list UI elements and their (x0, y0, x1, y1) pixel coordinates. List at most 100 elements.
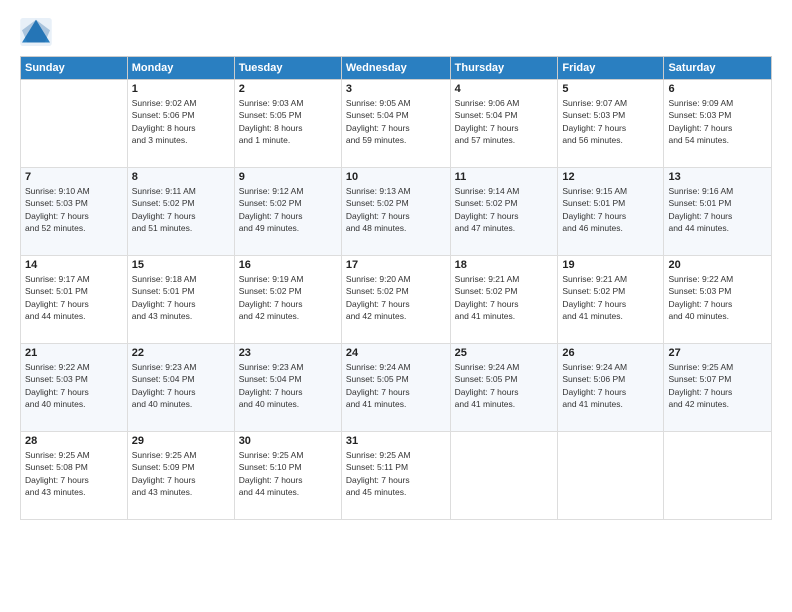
day-number: 10 (346, 171, 446, 183)
day-number: 22 (132, 347, 230, 359)
calendar-week-row: 28 Sunrise: 9:25 AMSunset: 5:08 PMDayligh… (21, 432, 772, 520)
calendar-cell (558, 432, 664, 520)
calendar-table: SundayMondayTuesdayWednesdayThursdayFrid… (20, 56, 772, 520)
day-info: Sunrise: 9:23 AMSunset: 5:04 PMDaylight:… (132, 361, 230, 410)
weekday-header-row: SundayMondayTuesdayWednesdayThursdayFrid… (21, 57, 772, 80)
day-info: Sunrise: 9:22 AMSunset: 5:03 PMDaylight:… (25, 361, 123, 410)
calendar-cell: 18 Sunrise: 9:21 AMSunset: 5:02 PMDayligh… (450, 256, 558, 344)
calendar-cell: 5Sunrise: 9:07 AMSunset: 5:03 PMDaylight… (558, 80, 664, 168)
calendar-week-row: 14 Sunrise: 9:17 AMSunset: 5:01 PMDayligh… (21, 256, 772, 344)
calendar-cell: 3 Sunrise: 9:05 AMSunset: 5:04 PMDaylight… (341, 80, 450, 168)
day-number: 1 (132, 83, 230, 95)
day-info: Sunrise: 9:09 AMSunset: 5:03 PMDaylight:… (668, 97, 767, 146)
day-number: 6 (668, 83, 767, 95)
calendar-cell: 13Sunrise: 9:16 AMSunset: 5:01 PMDayligh… (664, 168, 772, 256)
day-number: 12 (562, 171, 659, 183)
day-number: 26 (562, 347, 659, 359)
calendar-cell: 27Sunrise: 9:25 AMSunset: 5:07 PMDayligh… (664, 344, 772, 432)
day-number: 24 (346, 347, 446, 359)
logo-icon (20, 18, 52, 46)
page: SundayMondayTuesdayWednesdayThursdayFrid… (0, 0, 792, 612)
weekday-header: Wednesday (341, 57, 450, 80)
calendar-cell: 9Sunrise: 9:12 AMSunset: 5:02 PMDaylight… (234, 168, 341, 256)
calendar-cell: 24 Sunrise: 9:24 AMSunset: 5:05 PMDayligh… (341, 344, 450, 432)
calendar-cell: 10 Sunrise: 9:13 AMSunset: 5:02 PMDayligh… (341, 168, 450, 256)
calendar-cell: 31 Sunrise: 9:25 AMSunset: 5:11 PMDayligh… (341, 432, 450, 520)
day-number: 3 (346, 83, 446, 95)
day-info: Sunrise: 9:07 AMSunset: 5:03 PMDaylight:… (562, 97, 659, 146)
day-info: Sunrise: 9:16 AMSunset: 5:01 PMDaylight:… (668, 185, 767, 234)
day-info: Sunrise: 9:24 AMSunset: 5:06 PMDaylight:… (562, 361, 659, 410)
day-number: 14 (25, 259, 123, 271)
calendar-cell: 22 Sunrise: 9:23 AMSunset: 5:04 PMDayligh… (127, 344, 234, 432)
day-info: Sunrise: 9:17 AMSunset: 5:01 PMDaylight:… (25, 273, 123, 322)
day-info: Sunrise: 9:21 AMSunset: 5:02 PMDaylight:… (455, 273, 554, 322)
day-info: Sunrise: 9:20 AMSunset: 5:02 PMDaylight:… (346, 273, 446, 322)
day-number: 23 (239, 347, 337, 359)
day-number: 16 (239, 259, 337, 271)
day-number: 25 (455, 347, 554, 359)
day-number: 27 (668, 347, 767, 359)
weekday-header: Thursday (450, 57, 558, 80)
calendar-cell: 20 Sunrise: 9:22 AMSunset: 5:03 PMDayligh… (664, 256, 772, 344)
day-info: Sunrise: 9:15 AMSunset: 5:01 PMDaylight:… (562, 185, 659, 234)
day-number: 30 (239, 435, 337, 447)
calendar-cell: 16 Sunrise: 9:19 AMSunset: 5:02 PMDayligh… (234, 256, 341, 344)
day-number: 9 (239, 171, 337, 183)
day-info: Sunrise: 9:24 AMSunset: 5:05 PMDaylight:… (455, 361, 554, 410)
day-number: 7 (25, 171, 123, 183)
calendar-week-row: 7 Sunrise: 9:10 AMSunset: 5:03 PMDaylight… (21, 168, 772, 256)
calendar-week-row: 1 Sunrise: 9:02 AMSunset: 5:06 PMDaylight… (21, 80, 772, 168)
day-number: 2 (239, 83, 337, 95)
day-info: Sunrise: 9:06 AMSunset: 5:04 PMDaylight:… (455, 97, 554, 146)
weekday-header: Friday (558, 57, 664, 80)
header (20, 18, 772, 46)
calendar-cell: 6 Sunrise: 9:09 AMSunset: 5:03 PMDaylight… (664, 80, 772, 168)
day-number: 28 (25, 435, 123, 447)
day-number: 21 (25, 347, 123, 359)
day-info: Sunrise: 9:10 AMSunset: 5:03 PMDaylight:… (25, 185, 123, 234)
calendar-cell: 14 Sunrise: 9:17 AMSunset: 5:01 PMDayligh… (21, 256, 128, 344)
day-info: Sunrise: 9:21 AMSunset: 5:02 PMDaylight:… (562, 273, 659, 322)
calendar-cell: 21 Sunrise: 9:22 AMSunset: 5:03 PMDayligh… (21, 344, 128, 432)
day-info: Sunrise: 9:25 AMSunset: 5:10 PMDaylight:… (239, 449, 337, 498)
weekday-header: Sunday (21, 57, 128, 80)
day-number: 19 (562, 259, 659, 271)
calendar-cell: 8Sunrise: 9:11 AMSunset: 5:02 PMDaylight… (127, 168, 234, 256)
calendar-cell: 23 Sunrise: 9:23 AMSunset: 5:04 PMDayligh… (234, 344, 341, 432)
calendar-week-row: 21 Sunrise: 9:22 AMSunset: 5:03 PMDayligh… (21, 344, 772, 432)
day-number: 11 (455, 171, 554, 183)
calendar-cell: 17 Sunrise: 9:20 AMSunset: 5:02 PMDayligh… (341, 256, 450, 344)
day-info: Sunrise: 9:22 AMSunset: 5:03 PMDaylight:… (668, 273, 767, 322)
weekday-header: Monday (127, 57, 234, 80)
calendar-cell: 26 Sunrise: 9:24 AMSunset: 5:06 PMDayligh… (558, 344, 664, 432)
calendar-cell: 11 Sunrise: 9:14 AMSunset: 5:02 PMDayligh… (450, 168, 558, 256)
day-info: Sunrise: 9:23 AMSunset: 5:04 PMDaylight:… (239, 361, 337, 410)
day-number: 18 (455, 259, 554, 271)
day-info: Sunrise: 9:19 AMSunset: 5:02 PMDaylight:… (239, 273, 337, 322)
weekday-header: Saturday (664, 57, 772, 80)
day-number: 20 (668, 259, 767, 271)
day-info: Sunrise: 9:18 AMSunset: 5:01 PMDaylight:… (132, 273, 230, 322)
calendar-cell: 2Sunrise: 9:03 AMSunset: 5:05 PMDaylight… (234, 80, 341, 168)
calendar-cell: 25 Sunrise: 9:24 AMSunset: 5:05 PMDayligh… (450, 344, 558, 432)
calendar-cell: 12 Sunrise: 9:15 AMSunset: 5:01 PMDayligh… (558, 168, 664, 256)
day-info: Sunrise: 9:05 AMSunset: 5:04 PMDaylight:… (346, 97, 446, 146)
day-number: 17 (346, 259, 446, 271)
logo (20, 18, 56, 46)
calendar-cell (21, 80, 128, 168)
day-info: Sunrise: 9:13 AMSunset: 5:02 PMDaylight:… (346, 185, 446, 234)
calendar-cell (664, 432, 772, 520)
day-info: Sunrise: 9:14 AMSunset: 5:02 PMDaylight:… (455, 185, 554, 234)
calendar-cell: 19 Sunrise: 9:21 AMSunset: 5:02 PMDayligh… (558, 256, 664, 344)
day-number: 31 (346, 435, 446, 447)
day-info: Sunrise: 9:25 AMSunset: 5:11 PMDaylight:… (346, 449, 446, 498)
calendar-cell: 30 Sunrise: 9:25 AMSunset: 5:10 PMDayligh… (234, 432, 341, 520)
calendar-cell (450, 432, 558, 520)
day-number: 15 (132, 259, 230, 271)
day-info: Sunrise: 9:25 AMSunset: 5:08 PMDaylight:… (25, 449, 123, 498)
day-info: Sunrise: 9:24 AMSunset: 5:05 PMDaylight:… (346, 361, 446, 410)
day-info: Sunrise: 9:02 AMSunset: 5:06 PMDaylight:… (132, 97, 230, 146)
calendar-cell: 1 Sunrise: 9:02 AMSunset: 5:06 PMDaylight… (127, 80, 234, 168)
calendar-cell: 28 Sunrise: 9:25 AMSunset: 5:08 PMDayligh… (21, 432, 128, 520)
